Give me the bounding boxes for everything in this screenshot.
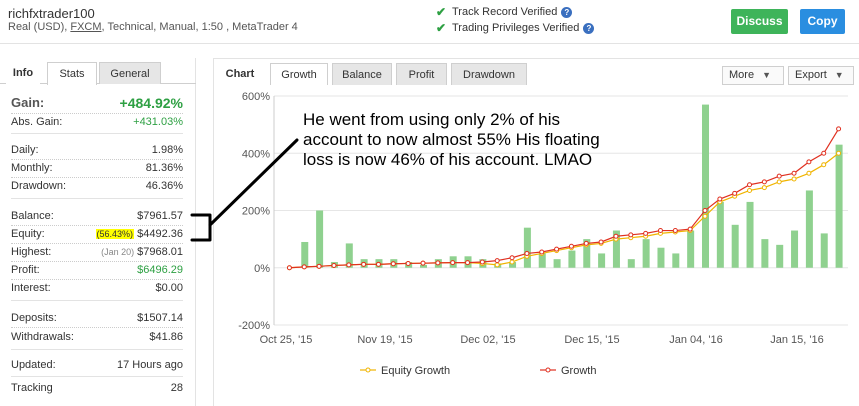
equity-growth-point	[494, 262, 500, 268]
equity-growth-point	[776, 179, 782, 185]
bar	[776, 244, 784, 268]
equity-growth-point	[806, 170, 812, 176]
bar	[598, 253, 606, 268]
bar	[702, 104, 709, 268]
growth-point	[301, 264, 307, 270]
growth-point	[806, 159, 812, 165]
growth-point	[435, 260, 441, 266]
growth-point	[479, 259, 485, 265]
bar	[746, 201, 754, 268]
bar	[627, 259, 635, 268]
growth-point	[554, 246, 560, 252]
bar	[731, 224, 739, 268]
bar	[791, 230, 799, 268]
growth-point	[687, 226, 693, 232]
growth-point	[316, 263, 322, 269]
growth-point	[598, 239, 604, 245]
y-tick-label: 0%	[254, 263, 270, 275]
bar	[523, 227, 531, 268]
bar	[568, 250, 576, 268]
growth-point	[836, 126, 842, 132]
legend-marker	[545, 367, 551, 373]
y-tick-label: 600%	[242, 91, 270, 103]
equity-growth-point	[509, 259, 515, 265]
growth-point	[568, 243, 574, 249]
bar	[687, 230, 695, 268]
bar	[672, 253, 680, 268]
growth-point	[331, 262, 337, 268]
growth-point	[420, 260, 426, 266]
growth-point	[539, 249, 545, 255]
bar	[301, 241, 309, 268]
legend-marker	[365, 367, 371, 373]
growth-point	[583, 240, 589, 246]
growth-point	[509, 255, 515, 261]
equity-growth-point	[791, 176, 797, 182]
growth-point	[672, 228, 678, 234]
bar	[835, 144, 843, 268]
annotation-text: He went from using only 2% of his accoun…	[303, 110, 600, 169]
growth-point	[346, 262, 352, 268]
growth-point	[776, 173, 782, 179]
growth-point	[717, 196, 723, 202]
y-tick-label: -200%	[238, 320, 270, 332]
x-tick-label: Oct 25, '15	[260, 334, 313, 346]
growth-point	[361, 261, 367, 267]
growth-point	[643, 230, 649, 236]
x-tick-label: Nov 19, '15	[357, 334, 412, 346]
bar	[716, 201, 724, 268]
bar	[820, 233, 828, 268]
legend-label: Equity Growth	[381, 365, 450, 377]
bar	[642, 239, 650, 268]
growth-point	[390, 261, 396, 267]
x-tick-label: Jan 04, '16	[669, 334, 722, 346]
growth-point	[732, 190, 738, 196]
x-tick-label: Dec 15, '15	[564, 334, 619, 346]
growth-point	[702, 208, 708, 213]
bar	[761, 239, 769, 268]
growth-point	[286, 265, 292, 271]
growth-point	[628, 232, 634, 238]
x-tick-label: Dec 02, '15	[460, 334, 515, 346]
growth-point	[613, 233, 619, 239]
equity-growth-point	[702, 213, 708, 219]
y-tick-label: 400%	[242, 148, 270, 160]
equity-growth-point	[836, 150, 842, 156]
annotation-bracket	[190, 213, 212, 242]
equity-growth-point	[821, 162, 827, 168]
growth-point	[747, 182, 753, 188]
growth-point	[761, 179, 767, 185]
bar	[553, 259, 561, 268]
growth-point	[465, 260, 471, 266]
y-tick-label: 200%	[242, 206, 270, 218]
bar	[805, 190, 813, 268]
growth-point	[524, 250, 530, 256]
x-tick-label: Jan 15, '16	[770, 334, 823, 346]
equity-growth-point	[747, 187, 753, 193]
bar	[657, 247, 665, 268]
legend-label: Growth	[561, 365, 596, 377]
growth-chart: 600% 400% 200% 0% -200% Oct 25, '15 Nov 19, '1…	[190, 91, 848, 377]
growth-point	[791, 170, 797, 176]
growth-point	[821, 150, 827, 156]
growth-point	[375, 261, 381, 267]
growth-point	[494, 258, 500, 264]
bar	[316, 210, 324, 268]
equity-growth-point	[761, 185, 767, 191]
growth-point	[405, 260, 411, 266]
growth-point	[657, 228, 663, 234]
growth-point	[450, 260, 456, 266]
